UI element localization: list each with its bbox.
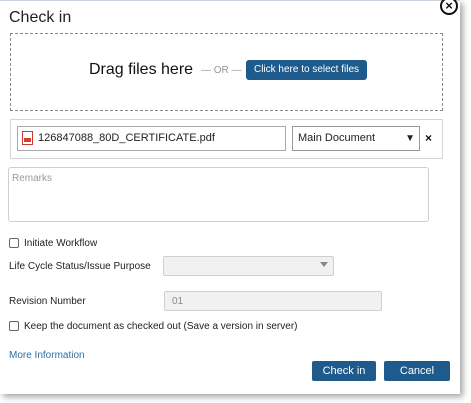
check-in-button[interactable]: Check in bbox=[312, 361, 376, 381]
revision-number-field[interactable]: 01 bbox=[164, 291, 382, 311]
chevron-down-icon bbox=[320, 262, 328, 267]
file-name-field: 126847088_80D_CERTIFICATE.pdf bbox=[17, 126, 286, 151]
select-files-button[interactable]: Click here to select files bbox=[246, 60, 367, 80]
keep-checked-out-label: Keep the document as checked out (Save a… bbox=[24, 321, 298, 332]
file-name: 126847088_80D_CERTIFICATE.pdf bbox=[38, 132, 215, 144]
remarks-placeholder: Remarks bbox=[12, 173, 53, 184]
close-icon[interactable]: × bbox=[440, 0, 458, 15]
pdf-icon bbox=[22, 131, 33, 145]
cancel-button[interactable]: Cancel bbox=[384, 361, 450, 381]
document-type-value: Main Document bbox=[298, 132, 376, 144]
document-type-select[interactable]: Main Document ▼ bbox=[292, 126, 420, 151]
lifecycle-status-label: Life Cycle Status/Issue Purpose bbox=[9, 261, 151, 272]
remarks-textarea[interactable]: Remarks bbox=[8, 167, 429, 222]
drag-files-text: Drag files here bbox=[89, 61, 194, 78]
dialog-title: Check in bbox=[9, 9, 72, 26]
file-dropzone[interactable]: Drag files here — OR — Click here to sel… bbox=[10, 33, 443, 111]
or-separator: — OR — bbox=[201, 65, 242, 76]
revision-number-label: Revision Number bbox=[9, 296, 86, 307]
file-row: 126847088_80D_CERTIFICATE.pdf Main Docum… bbox=[10, 119, 443, 159]
keep-checked-out-checkbox[interactable] bbox=[9, 321, 19, 331]
chevron-down-icon: ▼ bbox=[405, 133, 415, 144]
initiate-workflow-checkbox[interactable] bbox=[9, 238, 19, 248]
lifecycle-status-select[interactable] bbox=[163, 256, 334, 276]
remove-file-icon[interactable]: × bbox=[425, 131, 432, 145]
revision-number-value: 01 bbox=[172, 296, 184, 307]
more-information-link[interactable]: More Information bbox=[9, 350, 85, 361]
check-in-dialog: Check in × Drag files here — OR — Click … bbox=[0, 0, 460, 394]
initiate-workflow-label: Initiate Workflow bbox=[24, 238, 98, 249]
